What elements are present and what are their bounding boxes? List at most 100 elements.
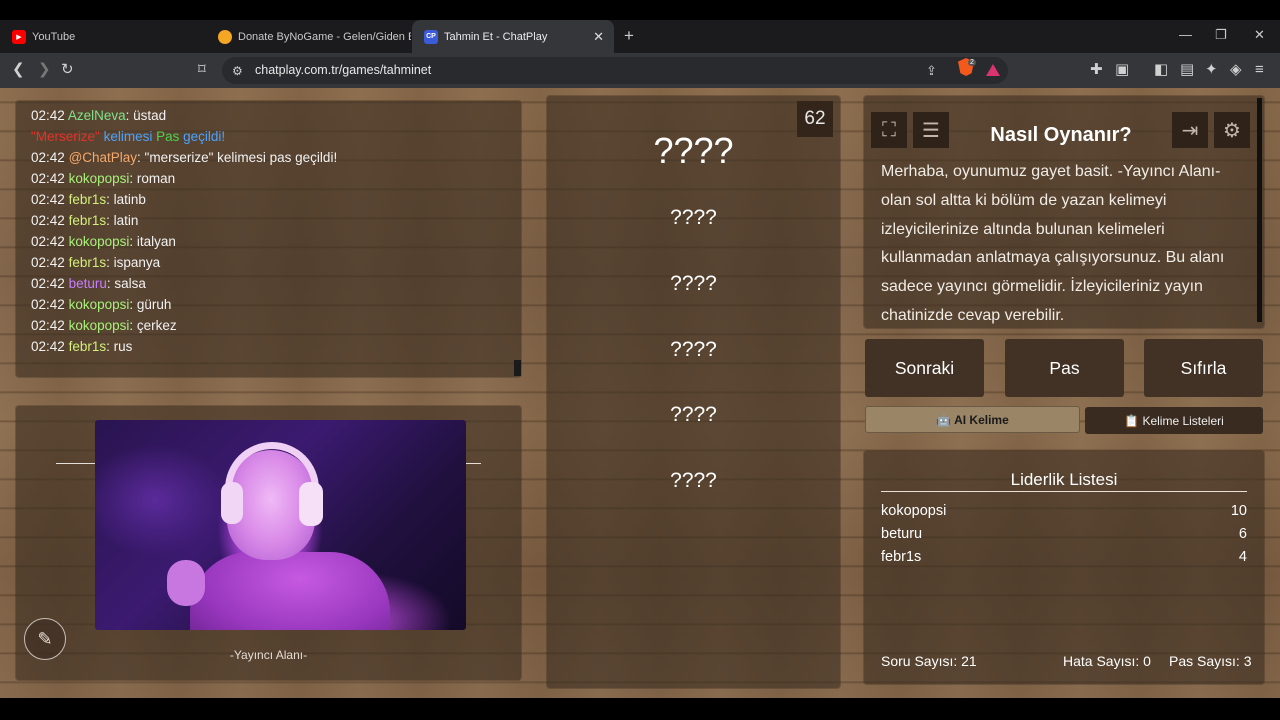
- chat-text: : "merserize" kelimesi pas geçildi!: [137, 150, 338, 165]
- leaderboard-row: beturu 6: [881, 526, 1247, 542]
- divider-right: [466, 463, 481, 464]
- pass-count: Pas Sayısı: 3: [1169, 653, 1252, 669]
- chat-time: 02:42: [31, 297, 65, 312]
- chat-text: : rus: [106, 339, 133, 354]
- browser-toolbar: ❮ ❯ ↻ ⌑ ⚙ chatplay.com.tr/games/tahminet…: [0, 53, 1280, 88]
- error-count: Hata Sayısı: 0: [1063, 653, 1151, 669]
- streamer-hand: [167, 560, 205, 606]
- chat-text: : roman: [129, 171, 176, 186]
- chat-message: 02:42 kokopopsi: güruh: [31, 294, 521, 315]
- tab-chatplay[interactable]: CP Tahmin Et - ChatPlay ✕: [412, 20, 614, 53]
- chat-username[interactable]: febr1s: [69, 213, 107, 228]
- close-tab-icon[interactable]: ✕: [593, 29, 604, 45]
- sidebar-icon[interactable]: ◧: [1154, 61, 1168, 79]
- chat-message: 02:42 kokopopsi: roman: [31, 168, 521, 189]
- minimize-icon[interactable]: —: [1179, 27, 1192, 42]
- close-window-icon[interactable]: ✕: [1254, 27, 1265, 43]
- brave-rewards-icon[interactable]: [986, 64, 1000, 76]
- reset-button[interactable]: Sıfırla: [1144, 339, 1263, 397]
- browser-tabbar: ▶ YouTube Donate ByNoGame - Gelen/Giden …: [0, 0, 1280, 53]
- forward-icon[interactable]: ❯: [38, 61, 51, 79]
- menu-icon[interactable]: ≡: [1255, 61, 1264, 79]
- how-to-play-scrollbar[interactable]: [1257, 98, 1262, 322]
- chat-scrollbar[interactable]: [514, 360, 521, 376]
- address-bar[interactable]: ⚙ chatplay.com.tr/games/tahminet ⇪: [222, 57, 1008, 84]
- chat-time: 02:42: [31, 339, 65, 354]
- chat-username[interactable]: @ChatPlay: [69, 150, 137, 165]
- word-lists-toggle[interactable]: 📋 Kelime Listeleri: [1085, 407, 1263, 434]
- reader-icon[interactable]: ▣: [1115, 61, 1129, 79]
- chat-time: 02:42: [31, 255, 65, 270]
- headphone-right: [299, 482, 323, 526]
- divider-left: [56, 463, 96, 464]
- player-score: 6: [1238, 526, 1247, 542]
- pass-button[interactable]: Pas: [1005, 339, 1124, 397]
- chat-message: 02:42 febr1s: latin: [31, 210, 521, 231]
- how-to-play-title: Nasıl Oynanır?: [990, 124, 1132, 146]
- forbidden-word: ????: [670, 469, 717, 492]
- chat-time: 02:42: [31, 276, 65, 291]
- tab-label: Tahmin Et - ChatPlay: [444, 30, 548, 43]
- forbidden-word: ????: [670, 338, 717, 361]
- chat-time: 02:42: [31, 171, 65, 186]
- url-text: chatplay.com.tr/games/tahminet: [255, 63, 432, 77]
- chat-username[interactable]: kokopopsi: [69, 297, 130, 312]
- chat-text: : latinb: [106, 192, 146, 207]
- chat-message: "Merserize" kelimesi Pas geçildi!: [31, 126, 521, 147]
- webcam-feed: [95, 420, 466, 630]
- chat-username[interactable]: febr1s: [69, 339, 107, 354]
- chat-text: : latin: [106, 213, 139, 228]
- chat-username[interactable]: beturu: [69, 276, 107, 291]
- chat-message: 02:42 febr1s: ispanya: [31, 252, 521, 273]
- ai-word-toggle[interactable]: 🤖 AI Kelime: [865, 406, 1080, 433]
- chat-text: : üstad: [125, 108, 167, 123]
- chat-username[interactable]: febr1s: [69, 255, 107, 270]
- top-strip: [0, 0, 1280, 20]
- site-info-icon[interactable]: ⚙: [232, 62, 243, 80]
- chat-username[interactable]: kokopopsi: [69, 171, 130, 186]
- share-icon[interactable]: ⇪: [926, 62, 937, 80]
- chat-time: 02:42: [31, 108, 65, 123]
- system-message-part: "Merserize": [31, 129, 100, 144]
- tab-label: Donate ByNoGame - Gelen/Giden Ba: [238, 30, 411, 43]
- forbidden-word: ????: [670, 206, 717, 229]
- player-name: febr1s: [881, 549, 922, 565]
- reload-icon[interactable]: ↻: [61, 61, 74, 79]
- chatplay-icon: CP: [424, 29, 438, 44]
- chat-username[interactable]: AzelNeva: [68, 108, 126, 123]
- chat-text: : italyan: [129, 234, 176, 249]
- chat-message: 02:42 @ChatPlay: "merserize" kelimesi pa…: [31, 147, 521, 168]
- tab-bynogame[interactable]: Donate ByNoGame - Gelen/Giden Ba: [206, 20, 411, 53]
- chat-text: : salsa: [106, 276, 146, 291]
- chat-username[interactable]: kokopopsi: [69, 318, 130, 333]
- chat-time: 02:42: [31, 234, 65, 249]
- player-name: kokopopsi: [881, 503, 947, 519]
- forbidden-word: ????: [670, 403, 717, 426]
- leaderboard-row: kokopopsi 10: [881, 503, 1247, 519]
- bookmark-icon[interactable]: ⌑: [198, 61, 206, 79]
- chat-text: : ispanya: [106, 255, 161, 270]
- new-tab-icon[interactable]: +: [624, 26, 634, 46]
- chat-time: 02:42: [31, 150, 65, 165]
- extensions-icon[interactable]: ✚: [1090, 61, 1103, 79]
- leaderboard-row: febr1s 4: [881, 549, 1247, 565]
- vpn-icon[interactable]: ◈: [1230, 61, 1242, 79]
- system-message-part: geçildi!: [179, 129, 226, 144]
- leo-icon[interactable]: ✦: [1205, 61, 1218, 79]
- chat-username[interactable]: kokopopsi: [69, 234, 130, 249]
- chat-username[interactable]: febr1s: [69, 192, 107, 207]
- brave-badge: 2: [968, 59, 976, 66]
- restore-icon[interactable]: ❐: [1215, 27, 1227, 43]
- tab-youtube[interactable]: ▶ YouTube: [0, 20, 205, 53]
- chat-panel: 02:42 AzelNeva: üstad "Merserize" kelimes…: [16, 101, 521, 377]
- how-to-play-text: Merhaba, oyunumuz gayet basit. -Yayıncı …: [881, 163, 1225, 324]
- forbidden-word: ????: [670, 272, 717, 295]
- question-count: Soru Sayısı: 21: [881, 653, 977, 669]
- back-icon[interactable]: ❮: [12, 61, 25, 79]
- chat-message: 02:42 kokopopsi: italyan: [31, 231, 521, 252]
- wallet-icon[interactable]: ▤: [1180, 61, 1194, 79]
- chat-list: 02:42 AzelNeva: üstad "Merserize" kelimes…: [31, 105, 521, 357]
- next-button[interactable]: Sonraki: [865, 339, 984, 397]
- tab-label: YouTube: [32, 30, 76, 43]
- bottom-bar: [0, 698, 1280, 720]
